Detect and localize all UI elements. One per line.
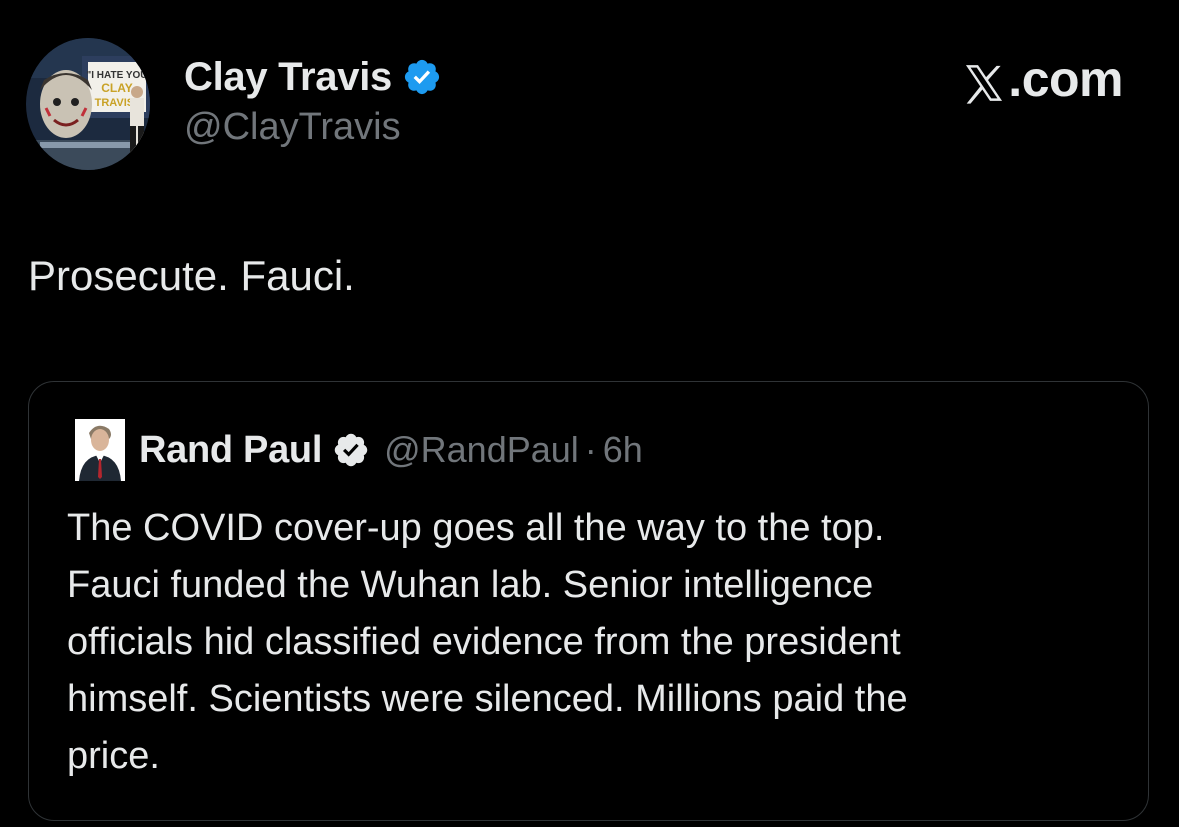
quoted-tweet-card[interactable]: Rand Paul @RandPaul · 6h The COVID cover… [28, 381, 1149, 821]
post-text: Prosecute. Fauci. [28, 252, 355, 299]
author-avatar[interactable]: "I HATE YOU CLAY TRAVIS" [26, 38, 150, 170]
site-brand[interactable]: .com [962, 51, 1123, 107]
quoted-author-handle[interactable]: @RandPaul [384, 429, 579, 471]
author-handle[interactable]: @ClayTravis [184, 106, 401, 149]
quoted-author-avatar-image [75, 419, 125, 481]
author-name[interactable]: Clay Travis [184, 55, 392, 100]
header-separator: · [584, 429, 597, 470]
avatar-sign-line2: CLAY [101, 81, 133, 95]
verified-badge-icon [332, 431, 370, 469]
author-name-row: Clay Travis [184, 52, 442, 102]
site-brand-text: .com [1008, 51, 1123, 107]
quoted-tweet-text: The COVID cover-up goes all the way to t… [67, 500, 1127, 785]
avatar-sign-line1: "I HATE YOU [86, 70, 147, 81]
quoted-author-name[interactable]: Rand Paul [139, 429, 322, 472]
quoted-text-line: officials hid classified evidence from t… [67, 621, 901, 663]
quoted-tweet-header: Rand Paul @RandPaul · 6h [139, 426, 643, 474]
quoted-text-line: price. [67, 735, 160, 777]
author-avatar-image: "I HATE YOU CLAY TRAVIS" [26, 38, 150, 170]
quoted-text-line: Fauci funded the Wuhan lab. Senior intel… [67, 564, 874, 606]
quoted-text-line: himself. Scientists were silenced. Milli… [67, 678, 908, 720]
x-logo-icon [962, 58, 1006, 104]
quoted-author-avatar[interactable] [75, 419, 125, 481]
quoted-text-line: The COVID cover-up goes all the way to t… [67, 507, 885, 549]
verified-badge-icon [402, 57, 442, 97]
quoted-tweet-time[interactable]: 6h [603, 429, 643, 471]
